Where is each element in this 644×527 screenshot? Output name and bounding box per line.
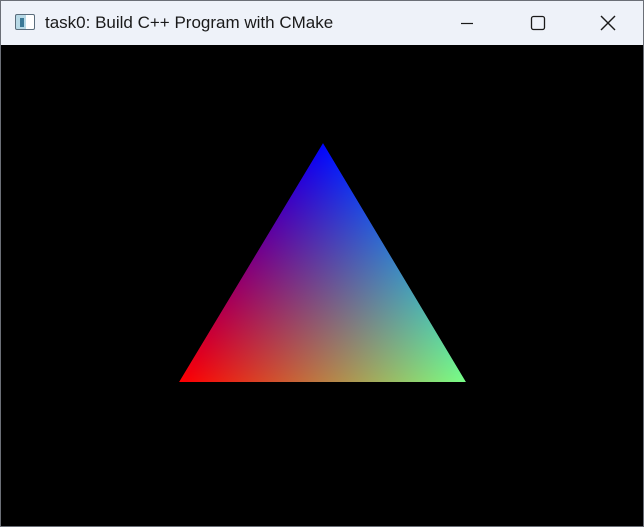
maximize-button[interactable] bbox=[502, 1, 572, 45]
maximize-icon bbox=[530, 15, 546, 31]
window-title: task0: Build C++ Program with CMake bbox=[45, 13, 334, 32]
close-icon bbox=[600, 15, 616, 31]
rgb-triangle bbox=[179, 143, 466, 382]
render-viewport[interactable] bbox=[1, 45, 643, 526]
close-button[interactable] bbox=[572, 1, 642, 45]
app-window: task0: Build C++ Program with CMake bbox=[0, 0, 644, 527]
title-bar[interactable]: task0: Build C++ Program with CMake bbox=[1, 1, 643, 45]
minimize-icon bbox=[461, 22, 473, 25]
app-window-icon[interactable] bbox=[15, 14, 35, 30]
minimize-button[interactable] bbox=[432, 1, 502, 45]
